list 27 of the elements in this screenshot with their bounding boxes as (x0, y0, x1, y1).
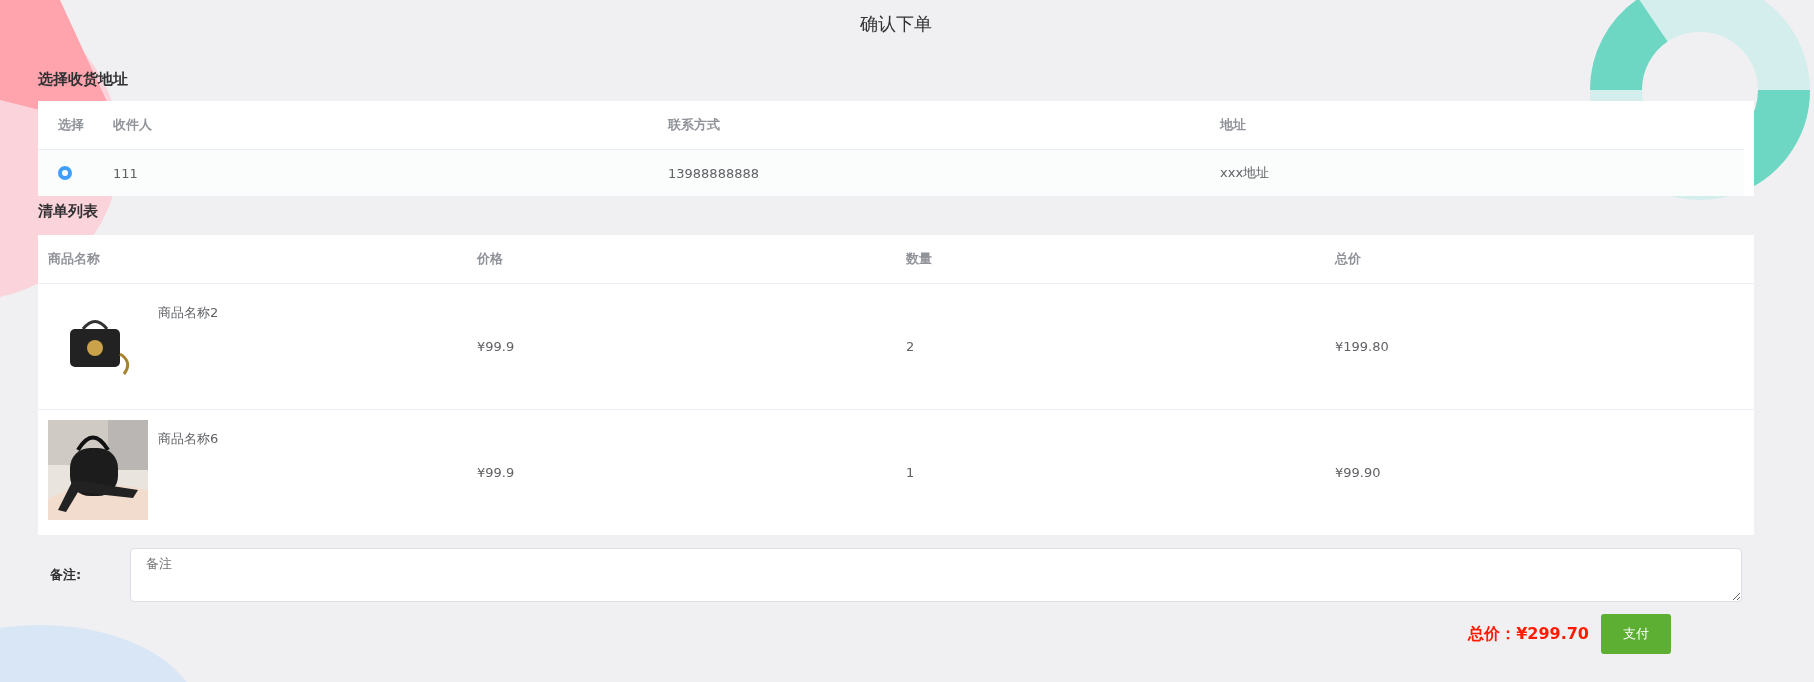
column-header: 收件人 (113, 116, 153, 134)
page-title: 确认下单 (859, 12, 933, 36)
table-cell-text: ¥199.80 (1334, 339, 1390, 354)
product-name: 商品名称2 (158, 304, 219, 322)
table-cell-text: ¥99.9 (476, 465, 516, 480)
order-total: 总价：¥299.70 (1468, 623, 1589, 645)
section-title: 清单列表 (38, 202, 99, 221)
table-cell-text: 1 (905, 465, 916, 480)
table-cell-text: ¥99.90 (1334, 465, 1382, 480)
column-header: 选择 (57, 116, 85, 134)
column-header: 地址 (1220, 116, 1247, 134)
table-cell-text: xxx地址 (1220, 164, 1271, 182)
remark-label: 备注: (49, 566, 83, 584)
table-cell-text: ¥99.9 (476, 339, 516, 354)
pay-button[interactable]: 支付 (1601, 614, 1671, 654)
column-header: 价格 (475, 250, 504, 268)
column-header: 商品名称 (47, 250, 101, 268)
column-header: 总价 (1333, 250, 1362, 268)
product-name: 商品名称6 (158, 430, 219, 448)
table-cell-text: 13988888888 (668, 165, 760, 181)
section-title: 选择收货地址 (38, 70, 129, 89)
radio-button[interactable] (58, 166, 72, 180)
column-header: 联系方式 (668, 116, 721, 134)
remark-field[interactable]: 备注 (130, 548, 1742, 602)
table-cell-text: 2 (905, 339, 916, 354)
table-cell-text: 111 (113, 165, 139, 181)
column-header: 数量 (905, 250, 933, 268)
